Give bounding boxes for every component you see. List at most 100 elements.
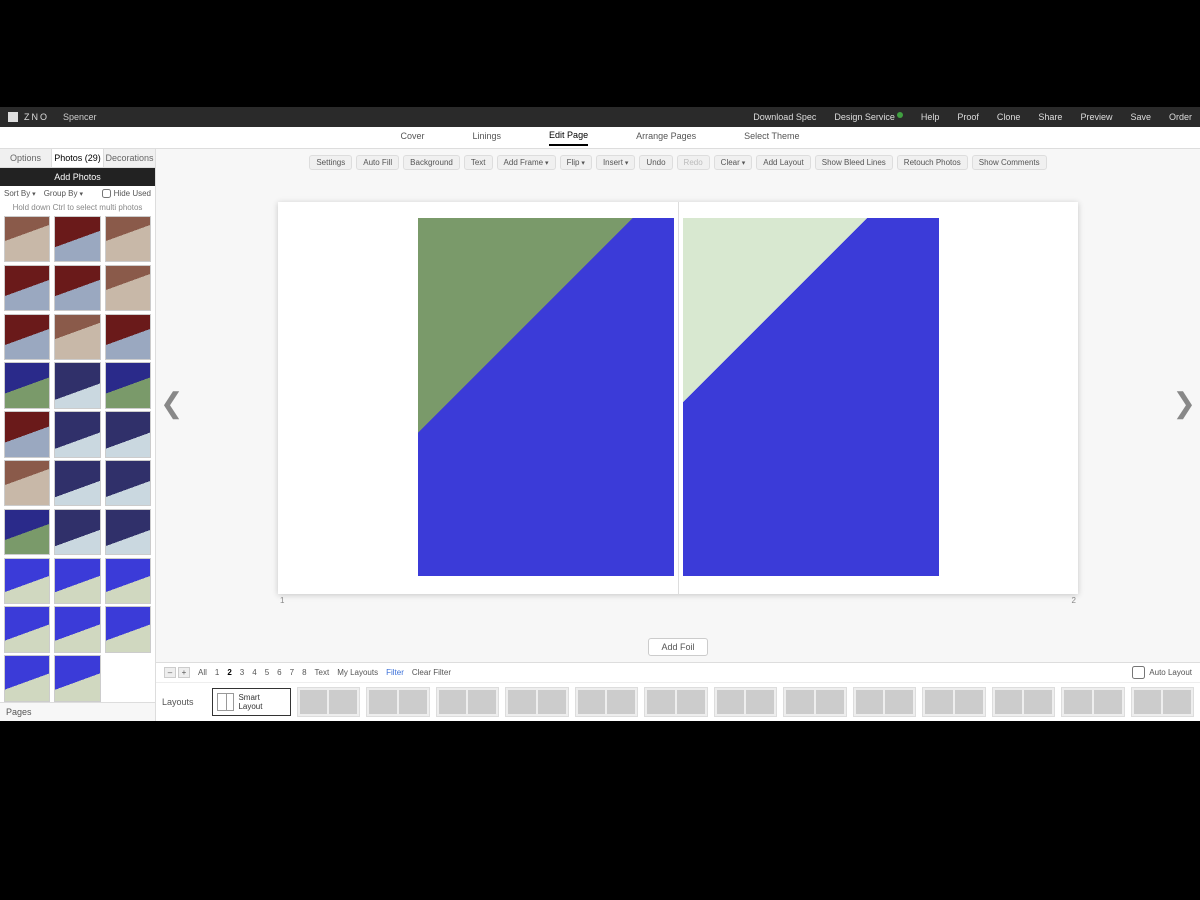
- group-by-dropdown[interactable]: Group By: [44, 189, 83, 198]
- tool-flip[interactable]: Flip: [560, 155, 592, 170]
- sidebar-tab-photos[interactable]: Photos (29): [52, 149, 104, 167]
- tool-background[interactable]: Background: [403, 155, 460, 170]
- photo-thumbnail[interactable]: [4, 509, 50, 555]
- filter-num[interactable]: 2: [227, 668, 231, 677]
- photo-thumbnail[interactable]: [105, 216, 151, 262]
- photo-thumbnail[interactable]: [54, 362, 100, 408]
- nav-help[interactable]: Help: [921, 112, 940, 122]
- auto-layout-checkbox[interactable]: [1132, 666, 1145, 679]
- add-photos-button[interactable]: Add Photos: [0, 168, 155, 186]
- prev-spread-button[interactable]: ❮: [160, 387, 183, 420]
- photo-frame-left[interactable]: [418, 218, 674, 576]
- photo-thumbnail[interactable]: [4, 411, 50, 457]
- layout-option[interactable]: [1131, 687, 1195, 717]
- layout-option[interactable]: [714, 687, 778, 717]
- photo-thumbnail[interactable]: [54, 606, 100, 652]
- layout-option[interactable]: [644, 687, 708, 717]
- sort-by-dropdown[interactable]: Sort By: [4, 189, 36, 198]
- layout-option[interactable]: [575, 687, 639, 717]
- photo-thumbnail[interactable]: [54, 216, 100, 262]
- filter-num[interactable]: 3: [240, 668, 244, 677]
- photo-thumbnail[interactable]: [105, 411, 151, 457]
- photo-thumbnail[interactable]: [4, 216, 50, 262]
- pages-section-label[interactable]: Pages: [0, 702, 155, 721]
- tab-edit-page[interactable]: Edit Page: [549, 130, 588, 146]
- filter-link[interactable]: Filter: [386, 668, 404, 677]
- tab-arrange-pages[interactable]: Arrange Pages: [636, 131, 696, 145]
- sidebar-tab-decorations[interactable]: Decorations: [104, 149, 155, 167]
- layout-option[interactable]: [853, 687, 917, 717]
- nav-clone[interactable]: Clone: [997, 112, 1021, 122]
- layout-option[interactable]: [1061, 687, 1125, 717]
- photo-thumbnail[interactable]: [54, 411, 100, 457]
- nav-share[interactable]: Share: [1038, 112, 1062, 122]
- photo-thumbnail[interactable]: [54, 558, 100, 604]
- stepper-up-icon[interactable]: +: [178, 667, 190, 678]
- filter-num[interactable]: 6: [277, 668, 281, 677]
- tool-redo[interactable]: Redo: [677, 155, 710, 170]
- layout-option[interactable]: [783, 687, 847, 717]
- photo-thumbnail[interactable]: [105, 509, 151, 555]
- filter-num[interactable]: 5: [265, 668, 269, 677]
- photo-thumbnail[interactable]: [54, 460, 100, 506]
- photo-thumbnail-grid[interactable]: [0, 214, 155, 702]
- sidebar-tab-options[interactable]: Options: [0, 149, 52, 167]
- tool-auto-fill[interactable]: Auto Fill: [356, 155, 399, 170]
- filter-text[interactable]: Text: [315, 668, 330, 677]
- layout-option[interactable]: [436, 687, 500, 717]
- photo-thumbnail[interactable]: [4, 460, 50, 506]
- filter-num[interactable]: 1: [215, 668, 219, 677]
- tab-linings[interactable]: Linings: [473, 131, 502, 145]
- layout-option[interactable]: [992, 687, 1056, 717]
- tool-add-layout[interactable]: Add Layout: [756, 155, 810, 170]
- next-spread-button[interactable]: ❯: [1173, 387, 1196, 420]
- layout-option[interactable]: [922, 687, 986, 717]
- photo-thumbnail[interactable]: [105, 460, 151, 506]
- nav-order[interactable]: Order: [1169, 112, 1192, 122]
- stepper-down-icon[interactable]: –: [164, 667, 176, 678]
- photo-frame-right[interactable]: [683, 218, 939, 576]
- photo-thumbnail[interactable]: [54, 314, 100, 360]
- nav-save[interactable]: Save: [1130, 112, 1151, 122]
- photo-thumbnail[interactable]: [4, 558, 50, 604]
- photo-thumbnail[interactable]: [105, 265, 151, 311]
- smart-layout-card[interactable]: Smart Layout: [212, 688, 291, 716]
- right-page[interactable]: [678, 202, 1079, 594]
- page-spread[interactable]: [278, 202, 1078, 594]
- nav-preview[interactable]: Preview: [1080, 112, 1112, 122]
- left-page[interactable]: [278, 202, 678, 594]
- filter-all[interactable]: All: [198, 668, 207, 677]
- tool-show-comments[interactable]: Show Comments: [972, 155, 1047, 170]
- layout-option[interactable]: [366, 687, 430, 717]
- photo-thumbnail[interactable]: [4, 606, 50, 652]
- photo-thumbnail[interactable]: [4, 265, 50, 311]
- tool-insert[interactable]: Insert: [596, 155, 635, 170]
- photo-thumbnail[interactable]: [54, 509, 100, 555]
- photo-thumbnail[interactable]: [54, 265, 100, 311]
- tool-text[interactable]: Text: [464, 155, 493, 170]
- photo-thumbnail[interactable]: [105, 606, 151, 652]
- filter-num[interactable]: 4: [252, 668, 256, 677]
- photo-thumbnail[interactable]: [105, 558, 151, 604]
- tool-retouch[interactable]: Retouch Photos: [897, 155, 968, 170]
- tool-settings[interactable]: Settings: [309, 155, 352, 170]
- project-name[interactable]: Spencer: [63, 112, 97, 122]
- tab-cover[interactable]: Cover: [401, 131, 425, 145]
- filter-num[interactable]: 8: [302, 668, 306, 677]
- photo-thumbnail[interactable]: [4, 655, 50, 701]
- clear-filter-link[interactable]: Clear Filter: [412, 668, 451, 677]
- filter-num[interactable]: 7: [290, 668, 294, 677]
- tool-show-bleed[interactable]: Show Bleed Lines: [815, 155, 893, 170]
- layout-option[interactable]: [505, 687, 569, 717]
- photo-thumbnail[interactable]: [105, 314, 151, 360]
- add-foil-button[interactable]: Add Foil: [648, 638, 707, 656]
- nav-design-service[interactable]: Design Service: [834, 112, 903, 122]
- tool-clear[interactable]: Clear: [714, 155, 753, 170]
- tab-select-theme[interactable]: Select Theme: [744, 131, 799, 145]
- photo-thumbnail[interactable]: [105, 362, 151, 408]
- nav-proof[interactable]: Proof: [957, 112, 979, 122]
- photo-thumbnail[interactable]: [4, 314, 50, 360]
- photo-thumbnail[interactable]: [4, 362, 50, 408]
- layout-option[interactable]: [297, 687, 361, 717]
- tool-add-frame[interactable]: Add Frame: [497, 155, 556, 170]
